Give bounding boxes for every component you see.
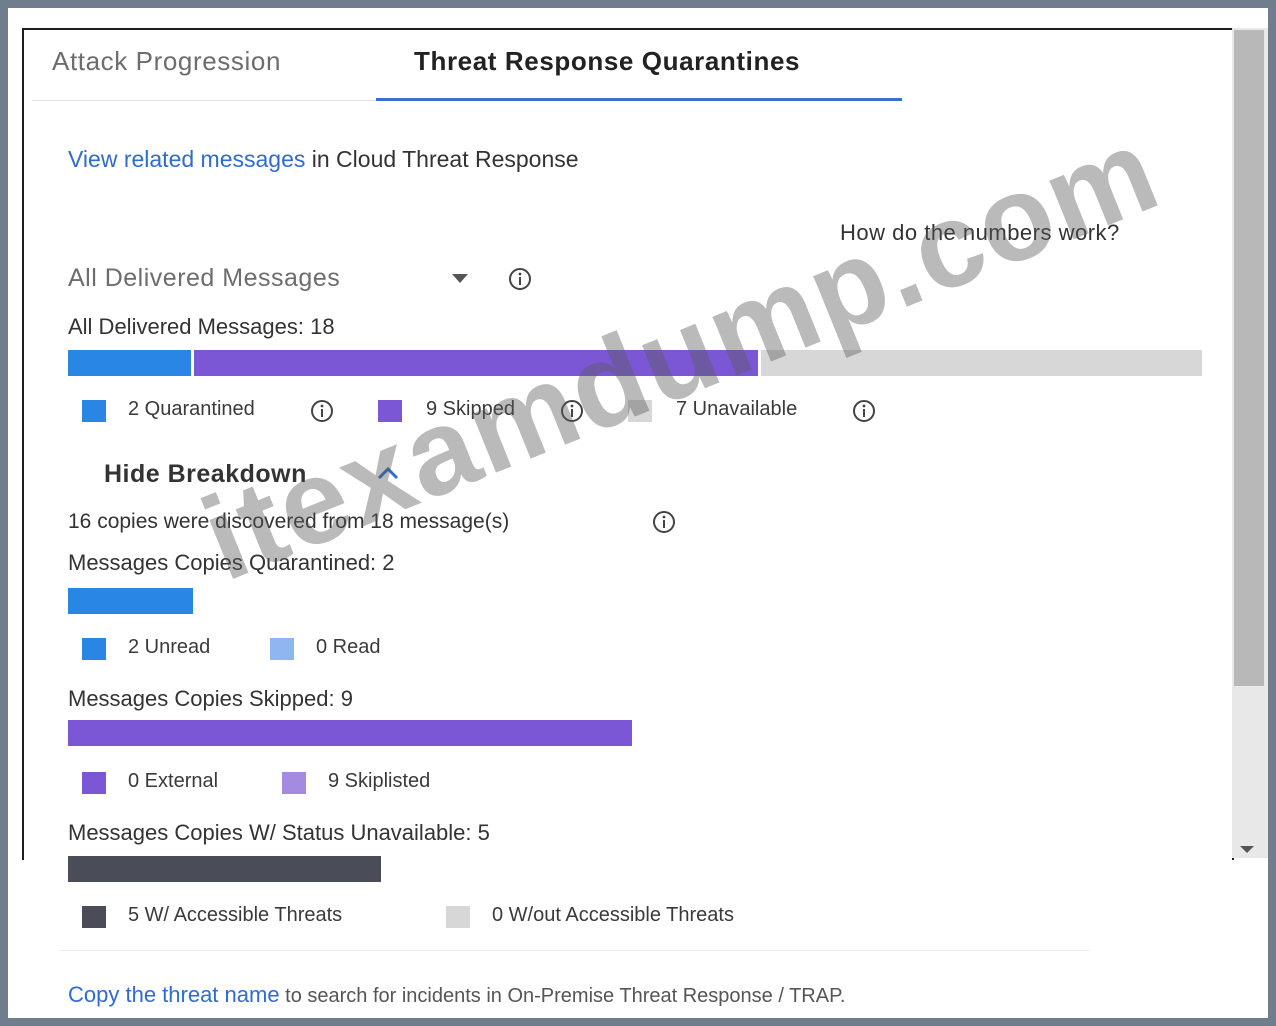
bar-segment-skipped [194, 350, 758, 376]
copy-threat-line: Copy the threat name to search for incid… [68, 982, 845, 1008]
bar-segment-unavailable [761, 350, 1202, 376]
quarantined-copies-title: Messages Copies Quarantined: 2 [68, 550, 395, 575]
legend-swatch-external [82, 772, 106, 794]
unavailable-copies-bar [68, 856, 382, 882]
tab-attack-progression[interactable]: Attack Progression [52, 46, 281, 77]
info-icon[interactable] [508, 267, 532, 291]
legend-swatch-unread [82, 638, 106, 660]
legend-accessible-threats: 5 W/ Accessible Threats [128, 904, 343, 926]
copy-threat-suffix: to search for incidents in On-Premise Th… [279, 985, 846, 1007]
view-related-messages-link[interactable]: View related messages [68, 146, 305, 172]
copies-discovered-note: 16 copies were discovered from 18 messag… [68, 510, 510, 533]
related-messages-line: View related messages in Cloud Threat Re… [68, 146, 579, 173]
info-icon[interactable] [652, 510, 676, 534]
legend-swatch-skipped [378, 400, 402, 422]
legend-quarantined: 2 Quarantined [128, 398, 255, 420]
legend-external: 0 External [128, 770, 219, 792]
active-tab-underline [376, 98, 902, 101]
hide-breakdown-button[interactable]: Hide Breakdown [104, 460, 307, 489]
legend-swatch-quarantined [82, 400, 106, 422]
legend-skipped: 9 Skipped [426, 398, 515, 420]
footer-divider [60, 950, 1090, 951]
unavailable-copies-title: Messages Copies W/ Status Unavailable: 5 [68, 820, 490, 845]
legend-read: 0 Read [316, 636, 381, 658]
legend-swatch-unavailable [628, 400, 652, 422]
skipped-copies-bar [68, 720, 632, 746]
summary-title: All Delivered Messages: 18 [68, 314, 335, 339]
copy-threat-name-link[interactable]: Copy the threat name [68, 982, 280, 1007]
message-filter-dropdown[interactable]: All Delivered Messages [68, 264, 340, 293]
bar-segment-quarantined [68, 350, 191, 376]
legend-skiplisted: 9 Skiplisted [328, 770, 431, 792]
quarantined-copies-bar [68, 588, 194, 614]
skipped-copies-title: Messages Copies Skipped: 9 [68, 686, 353, 711]
legend-unavailable: 7 Unavailable [676, 398, 798, 420]
legend-unread: 2 Unread [128, 636, 211, 658]
scrollbar-thumb[interactable] [1234, 30, 1264, 686]
legend-swatch-skiplisted [282, 772, 306, 794]
scroll-down-arrow-icon[interactable] [1240, 846, 1254, 853]
chevron-down-icon[interactable] [452, 274, 468, 284]
related-messages-suffix: in Cloud Threat Response [305, 146, 579, 172]
legend-swatch-read [270, 638, 294, 660]
info-icon[interactable] [310, 399, 334, 423]
legend-swatch-no-accessible-threats [446, 906, 470, 928]
legend-no-accessible-threats: 0 W/out Accessible Threats [492, 904, 734, 926]
tab-divider [32, 100, 376, 101]
chevron-up-icon[interactable] [376, 465, 400, 481]
how-numbers-work-link[interactable]: How do the numbers work? [840, 220, 1120, 246]
info-icon[interactable] [560, 399, 584, 423]
info-icon[interactable] [852, 399, 876, 423]
legend-swatch-accessible-threats [82, 906, 106, 928]
filter-selected-value: All Delivered Messages [68, 264, 341, 292]
tab-threat-response-quarantines[interactable]: Threat Response Quarantines [414, 46, 800, 77]
